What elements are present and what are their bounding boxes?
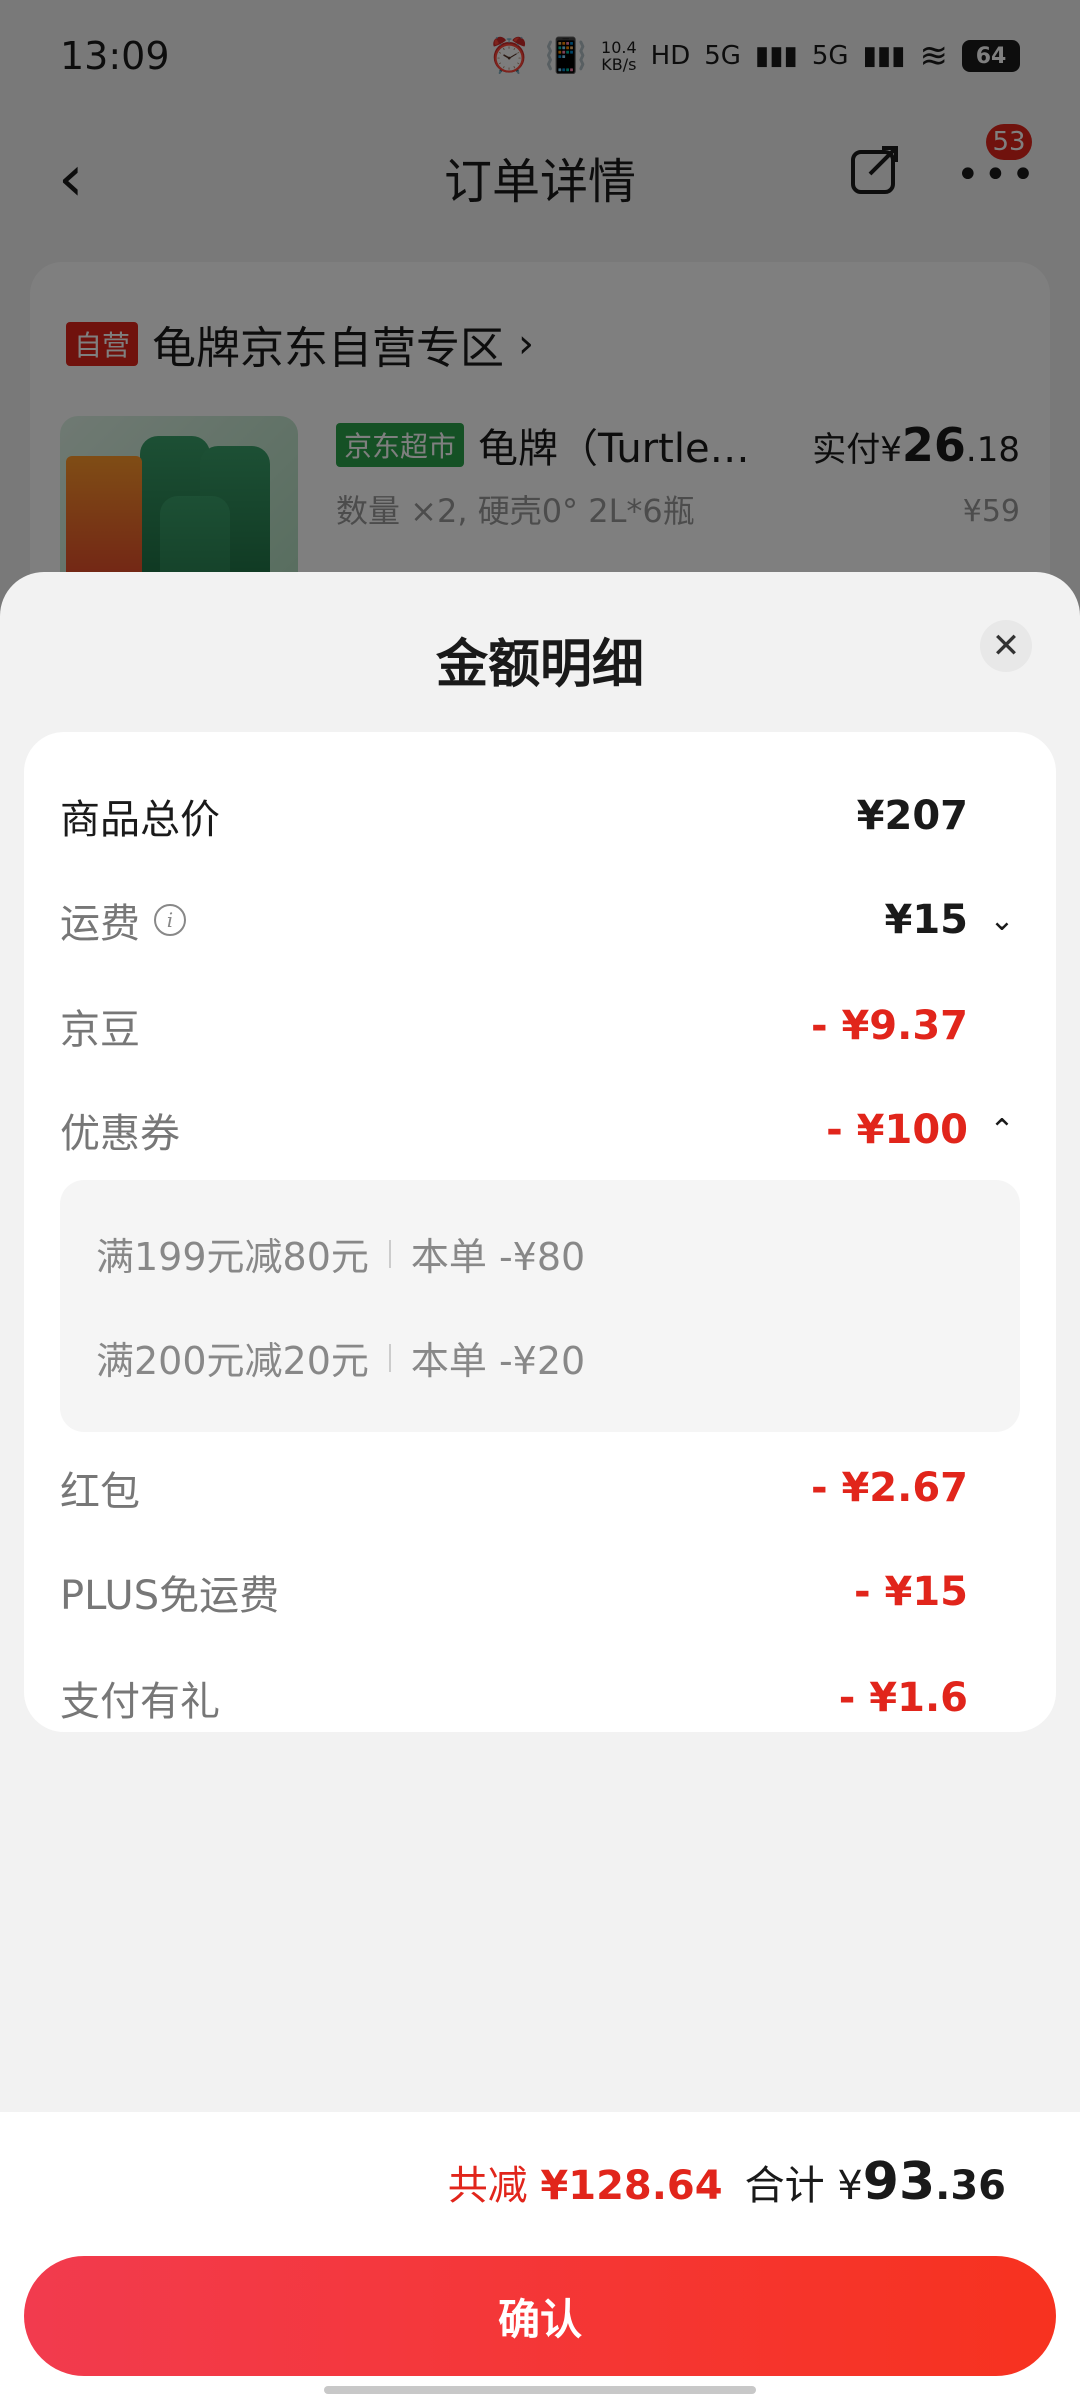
row-plus-free-shipping: PLUS免运费 - ¥15 (60, 1562, 1020, 1622)
total-int: 93 (862, 2152, 936, 2212)
shipping-value: ¥15 ⌄ (885, 897, 1021, 943)
totals: 共减 ¥128.64 合计 ¥93.36 (448, 2152, 1006, 2212)
jingdou-amount: - ¥9.37 (810, 1003, 968, 1049)
goods-total-label: 商品总价 (60, 797, 220, 843)
coupon-name: 满199元减80元 (96, 1235, 369, 1279)
info-icon[interactable]: i (154, 904, 186, 936)
coupon-item: 满200元减20元 本单 -¥20 (96, 1330, 585, 1385)
shipping-amount: ¥15 (884, 897, 969, 943)
goods-total-value: ¥207 (857, 793, 1020, 839)
reduce-value: ¥128.64 (540, 2163, 723, 2209)
row-jingdou: 京豆 - ¥9.37 (60, 996, 1020, 1056)
close-button[interactable]: ✕ (980, 620, 1032, 672)
total-currency: ¥ (837, 2163, 863, 2209)
shipping-label-wrap: 运费 i (60, 891, 186, 949)
shipping-label: 运费 (60, 901, 140, 947)
coupon-value: - ¥100 ⌃ (826, 1107, 1020, 1153)
goods-total-amount: ¥207 (856, 793, 968, 839)
chevron-up-icon[interactable]: ⌃ (984, 1113, 1020, 1148)
plus-free-shipping-value: - ¥15 (854, 1569, 1020, 1615)
red-packet-value: - ¥2.67 (811, 1465, 1020, 1511)
jingdou-label: 京豆 (60, 1007, 140, 1053)
plus-free-shipping-label: PLUS免运费 (60, 1573, 280, 1619)
row-pay-gift: 支付有礼 - ¥1.6 (60, 1668, 1020, 1728)
pay-gift-label: 支付有礼 (60, 1679, 220, 1725)
sheet-title: 金额明细 (435, 635, 644, 695)
row-coupon[interactable]: 优惠券 - ¥100 ⌃ (60, 1100, 1020, 1160)
coupon-detail: 本单 -¥80 (410, 1235, 586, 1279)
total-label: 合计 (744, 2163, 825, 2209)
divider (388, 1343, 391, 1372)
bottom-bar: 共减 ¥128.64 合计 ¥93.36 确认 (0, 2112, 1080, 2400)
divider (388, 1239, 391, 1268)
total-reduction: 共减 ¥128.64 (448, 2153, 723, 2211)
plus-free-shipping-amount: - ¥15 (853, 1569, 968, 1615)
red-packet-label: 红包 (60, 1469, 140, 1515)
pay-gift-value: - ¥1.6 (839, 1675, 1020, 1721)
jingdou-value: - ¥9.37 (811, 1003, 1020, 1049)
row-red-packet: 红包 - ¥2.67 (60, 1458, 1020, 1518)
close-icon: ✕ (991, 626, 1021, 666)
total-sum: 合计 ¥93.36 (745, 2152, 1006, 2212)
amount-detail-card: 商品总价 ¥207 运费 i ¥15 ⌄ 京豆 - ¥9.37 优惠券 - ¥10… (24, 732, 1056, 1732)
coupon-breakdown: 满199元减80元 本单 -¥80 满200元减20元 本单 -¥20 (60, 1180, 1020, 1432)
coupon-item: 满199元减80元 本单 -¥80 (96, 1226, 585, 1281)
coupon-name: 满200元减20元 (96, 1339, 369, 1383)
red-packet-amount: - ¥2.67 (810, 1465, 968, 1511)
pay-gift-amount: - ¥1.6 (838, 1675, 968, 1721)
row-shipping[interactable]: 运费 i ¥15 ⌄ (60, 890, 1020, 950)
confirm-button[interactable]: 确认 (24, 2256, 1056, 2376)
total-dec: .36 (935, 2163, 1006, 2209)
coupon-amount: - ¥100 (826, 1107, 968, 1153)
coupon-label: 优惠券 (60, 1111, 180, 1157)
chevron-down-icon[interactable]: ⌄ (984, 903, 1020, 938)
reduce-label: 共减 (447, 2163, 528, 2209)
row-goods-total: 商品总价 ¥207 (60, 786, 1020, 846)
home-indicator[interactable] (324, 2386, 756, 2394)
coupon-detail: 本单 -¥20 (410, 1339, 586, 1383)
